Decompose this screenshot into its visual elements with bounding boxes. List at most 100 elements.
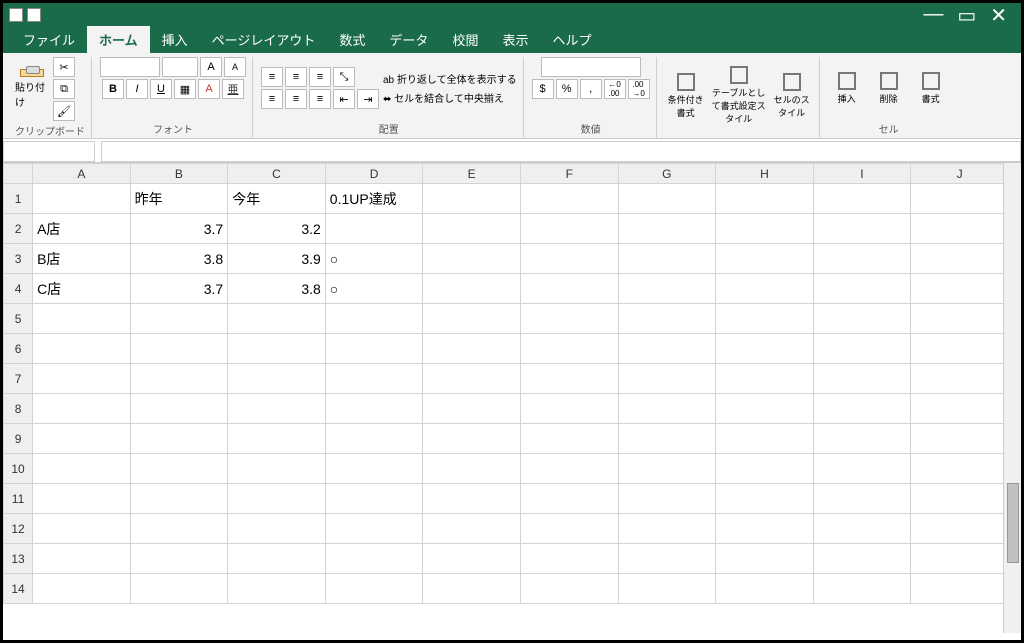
- cell[interactable]: [228, 484, 326, 514]
- number-format-dropdown[interactable]: [541, 57, 641, 77]
- cell[interactable]: [33, 454, 131, 484]
- table-format-button[interactable]: テーブルとして書式設定スタイル: [711, 66, 767, 125]
- cell[interactable]: [423, 454, 521, 484]
- cell[interactable]: [813, 454, 911, 484]
- cell[interactable]: [716, 514, 814, 544]
- cell-I1[interactable]: [813, 184, 911, 214]
- cell-D1[interactable]: 0.1UP達成: [325, 184, 423, 214]
- cell[interactable]: [520, 454, 618, 484]
- cell[interactable]: [618, 514, 716, 544]
- cell-styles-button[interactable]: セルのスタイル: [771, 73, 813, 119]
- font-family-dropdown[interactable]: [100, 57, 160, 77]
- cell[interactable]: [325, 454, 423, 484]
- cell-E2[interactable]: [423, 214, 521, 244]
- cell[interactable]: [716, 304, 814, 334]
- format-painter-button[interactable]: 🖌: [53, 101, 75, 121]
- cell[interactable]: [716, 364, 814, 394]
- maximize-button[interactable]: ▭: [957, 3, 976, 28]
- cell[interactable]: [911, 304, 1009, 334]
- cell[interactable]: [33, 364, 131, 394]
- cell[interactable]: [716, 454, 814, 484]
- cell-C3[interactable]: 3.9: [228, 244, 326, 274]
- cell[interactable]: [618, 484, 716, 514]
- cell[interactable]: [228, 514, 326, 544]
- cell[interactable]: [911, 364, 1009, 394]
- cell[interactable]: [325, 424, 423, 454]
- cell[interactable]: [911, 454, 1009, 484]
- cell-I3[interactable]: [813, 244, 911, 274]
- cell[interactable]: [33, 304, 131, 334]
- row-header-3[interactable]: 3: [4, 244, 33, 274]
- cell[interactable]: [813, 424, 911, 454]
- cell[interactable]: [325, 544, 423, 574]
- cell-E4[interactable]: [423, 274, 521, 304]
- cell-H3[interactable]: [716, 244, 814, 274]
- cell[interactable]: [228, 544, 326, 574]
- align-left-button[interactable]: ≡: [261, 89, 283, 109]
- cell-I4[interactable]: [813, 274, 911, 304]
- merge-center-button[interactable]: ⬌ セルを結合して中央揃え: [383, 90, 517, 105]
- cell[interactable]: [520, 574, 618, 604]
- underline-button[interactable]: U: [150, 79, 172, 99]
- cell-A1[interactable]: [33, 184, 131, 214]
- cell[interactable]: [520, 304, 618, 334]
- conditional-format-button[interactable]: 条件付き書式: [665, 73, 707, 119]
- cell[interactable]: [813, 304, 911, 334]
- cell-B3[interactable]: 3.8: [130, 244, 228, 274]
- cell[interactable]: [813, 484, 911, 514]
- cell-I2[interactable]: [813, 214, 911, 244]
- row-header-5[interactable]: 5: [4, 304, 33, 334]
- cell[interactable]: [130, 304, 228, 334]
- cell[interactable]: [325, 304, 423, 334]
- decimal-increase-button[interactable]: ←0.00: [604, 79, 626, 99]
- cell[interactable]: [325, 484, 423, 514]
- cell[interactable]: [520, 364, 618, 394]
- cell[interactable]: [618, 364, 716, 394]
- comma-button[interactable]: ,: [580, 79, 602, 99]
- cell[interactable]: [228, 334, 326, 364]
- align-top-button[interactable]: ≡: [261, 67, 283, 87]
- cell-E1[interactable]: [423, 184, 521, 214]
- row-header-6[interactable]: 6: [4, 334, 33, 364]
- border-button[interactable]: ▦: [174, 79, 196, 99]
- cell-D2[interactable]: [325, 214, 423, 244]
- cell-G3[interactable]: [618, 244, 716, 274]
- row-header-7[interactable]: 7: [4, 364, 33, 394]
- cell-B4[interactable]: 3.7: [130, 274, 228, 304]
- cell[interactable]: [520, 514, 618, 544]
- cell[interactable]: [618, 334, 716, 364]
- orientation-button[interactable]: ⤡: [333, 67, 355, 87]
- cell[interactable]: [423, 394, 521, 424]
- cell[interactable]: [911, 574, 1009, 604]
- cell[interactable]: [228, 364, 326, 394]
- cell[interactable]: [228, 574, 326, 604]
- cell[interactable]: [325, 514, 423, 544]
- tab-view[interactable]: 表示: [490, 26, 540, 53]
- cell[interactable]: [423, 574, 521, 604]
- cell[interactable]: [130, 424, 228, 454]
- insert-cells-button[interactable]: 挿入: [828, 72, 866, 105]
- paste-button[interactable]: 貼り付け: [15, 69, 49, 109]
- cell[interactable]: [130, 454, 228, 484]
- cell[interactable]: [618, 574, 716, 604]
- col-header-H[interactable]: H: [716, 164, 814, 184]
- cell[interactable]: [813, 334, 911, 364]
- cell[interactable]: [325, 334, 423, 364]
- cell[interactable]: [423, 514, 521, 544]
- cell[interactable]: [33, 514, 131, 544]
- cell[interactable]: [911, 544, 1009, 574]
- cell[interactable]: [130, 544, 228, 574]
- cell-A3[interactable]: B店: [33, 244, 131, 274]
- cell[interactable]: [423, 544, 521, 574]
- cell[interactable]: [911, 514, 1009, 544]
- cell[interactable]: [33, 334, 131, 364]
- cell-H2[interactable]: [716, 214, 814, 244]
- tab-file[interactable]: ファイル: [11, 26, 87, 53]
- percent-button[interactable]: %: [556, 79, 578, 99]
- indent-dec-button[interactable]: ⇤: [333, 89, 355, 109]
- cell[interactable]: [130, 334, 228, 364]
- cell[interactable]: [520, 424, 618, 454]
- tab-pagelayout[interactable]: ページレイアウト: [200, 26, 328, 53]
- cell[interactable]: [520, 334, 618, 364]
- fill-color-button[interactable]: A: [198, 79, 220, 99]
